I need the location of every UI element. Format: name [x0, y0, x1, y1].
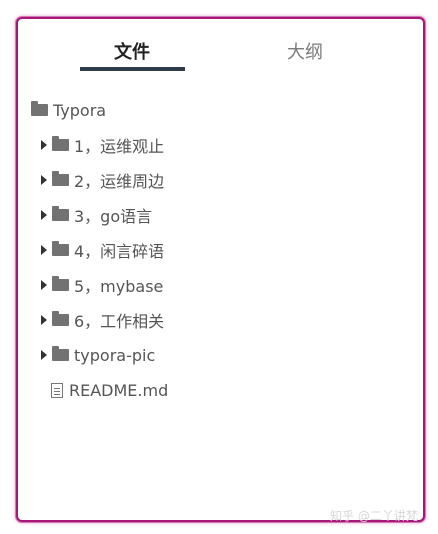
caret-right-icon[interactable]: [41, 245, 47, 255]
folder-label: 4，闲言碎语: [74, 242, 165, 261]
folder-icon: [52, 206, 69, 221]
caret-right-icon[interactable]: [41, 210, 47, 220]
tree-folder[interactable]: 2，运维周边: [41, 168, 164, 192]
active-tab-indicator: [80, 67, 185, 71]
caret-right-icon[interactable]: [41, 315, 47, 325]
tree-root-folder[interactable]: Typora: [31, 98, 106, 122]
folder-icon: [31, 101, 48, 116]
folder-icon: [52, 311, 69, 326]
file-label: README.md: [69, 380, 169, 400]
caret-right-icon[interactable]: [41, 350, 47, 360]
folder-icon: [52, 241, 69, 256]
tree-folder[interactable]: 1，运维观止: [41, 133, 164, 157]
folder-icon: [52, 346, 69, 361]
caret-right-icon[interactable]: [41, 140, 47, 150]
folder-label: 1，运维观止: [74, 137, 165, 156]
sidebar-panel: [16, 17, 425, 522]
tree-folder[interactable]: 5，mybase: [41, 273, 163, 297]
tree-folder[interactable]: typora-pic: [41, 343, 155, 367]
folder-label: 5，mybase: [74, 277, 164, 296]
folder-label: 2，运维周边: [74, 172, 165, 191]
tree-folder[interactable]: 3，go语言: [41, 203, 152, 227]
tree-folder[interactable]: 4，闲言碎语: [41, 238, 164, 262]
tab-outline[interactable]: 大纲: [287, 38, 323, 64]
watermark: 知乎 @二丫讲梵: [330, 509, 418, 523]
tab-files[interactable]: 文件: [114, 38, 150, 64]
folder-label: Typora: [53, 100, 107, 120]
folder-label: 6，工作相关: [74, 312, 165, 331]
tree-file[interactable]: README.md: [51, 378, 168, 402]
folder-icon: [52, 171, 69, 186]
caret-right-icon[interactable]: [41, 280, 47, 290]
folder-icon: [52, 136, 69, 151]
folder-label: typora-pic: [74, 345, 156, 365]
tree-folder[interactable]: 6，工作相关: [41, 308, 164, 332]
file-icon: [51, 382, 63, 398]
caret-right-icon[interactable]: [41, 175, 47, 185]
folder-icon: [52, 276, 69, 291]
folder-label: 3，go语言: [74, 207, 153, 226]
